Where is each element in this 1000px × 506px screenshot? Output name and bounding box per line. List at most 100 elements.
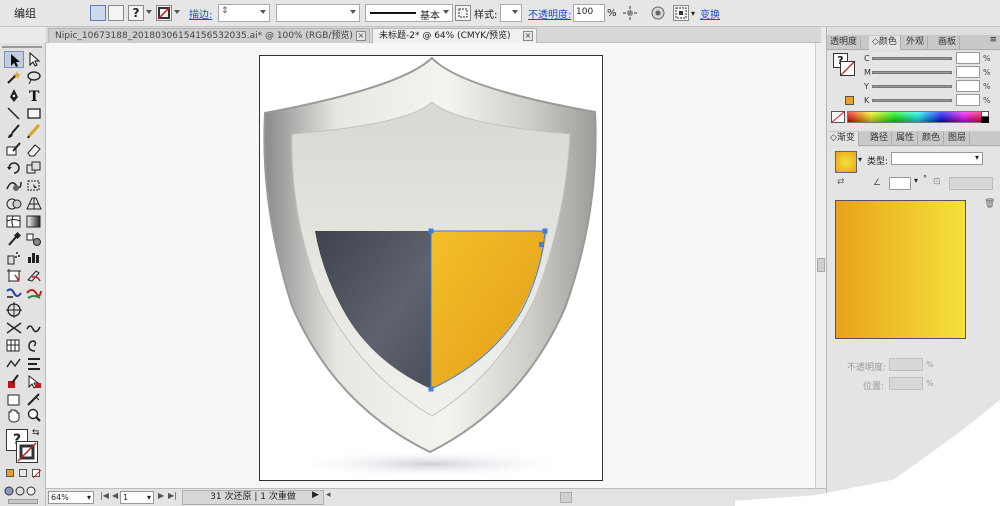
gradient-type-select[interactable]: ▾ [891, 152, 983, 165]
opacity-input[interactable]: 100 [573, 4, 605, 22]
live-paint-tool-icon[interactable] [4, 373, 24, 390]
canvas-area[interactable] [46, 43, 815, 488]
gradient-ramp-preview[interactable] [835, 200, 966, 339]
stroke-weight-field[interactable]: ⇕ [218, 4, 270, 22]
grid-tool-icon[interactable] [4, 337, 24, 354]
color-mode-icon[interactable] [6, 469, 14, 477]
tab-paths[interactable]: 路径 [867, 132, 893, 146]
eyedropper-tool-icon[interactable] [4, 231, 24, 248]
shield-artwork[interactable] [260, 56, 604, 482]
panel-menu-icon[interactable]: ≡ [989, 35, 997, 45]
black-value-field[interactable] [956, 94, 980, 106]
stroke-label-link[interactable]: 描边: [189, 4, 212, 22]
stroke-none-icon[interactable] [156, 5, 172, 21]
none-color-icon[interactable] [831, 111, 845, 123]
angle-dropdown-icon[interactable]: ▾ [914, 176, 918, 185]
blob-brush-tool-icon[interactable] [4, 141, 24, 158]
free-transform-tool-icon[interactable] [24, 177, 44, 194]
screen-mode-button[interactable] [8, 499, 38, 504]
eraser-path-tool-icon[interactable] [4, 285, 24, 302]
isolate-group-icon[interactable] [90, 5, 106, 21]
close-tab-icon[interactable]: × [523, 31, 533, 41]
magic-wand-tool-icon[interactable] [4, 69, 24, 86]
tab-attributes[interactable]: 属性 [893, 132, 919, 146]
tab-gradient[interactable]: ◇渐变 [827, 132, 859, 146]
tab-color-2[interactable]: 颜色 [919, 132, 945, 146]
tab-artboards[interactable]: 画板 [935, 36, 961, 50]
style-select[interactable] [500, 4, 522, 22]
gradient-tool-icon[interactable] [24, 213, 44, 230]
global-edit-icon[interactable] [650, 5, 666, 21]
recolor-artwork-icon[interactable] [622, 5, 638, 21]
cyan-value-field[interactable] [956, 52, 980, 64]
type-tool-icon[interactable]: T [24, 87, 44, 104]
align-to-icon[interactable] [673, 5, 689, 21]
vertical-scrollbar[interactable] [815, 43, 826, 488]
anchor-point[interactable] [542, 228, 548, 234]
color-spectrum-bar[interactable] [847, 111, 989, 123]
anchor-point[interactable] [539, 242, 544, 247]
hand-tool-icon[interactable] [4, 407, 24, 424]
variable-width-profile-select[interactable] [276, 4, 360, 22]
swap-fill-stroke-icon[interactable]: ⇆ [32, 428, 40, 438]
blend-tool-icon[interactable] [24, 231, 44, 248]
tools-grip[interactable] [2, 46, 42, 48]
gradient-mode-icon[interactable] [19, 469, 27, 477]
pen-tool-icon[interactable] [4, 87, 24, 104]
align-lines-tool-icon[interactable] [24, 355, 44, 372]
gradient-preview-swatch[interactable] [835, 151, 857, 173]
graphic-style-icon[interactable] [455, 5, 471, 21]
mesh-tool-icon[interactable] [4, 213, 24, 230]
transform-link[interactable]: 变换 [700, 4, 720, 22]
edit-clip-icon[interactable] [108, 5, 124, 21]
fill-unknown-icon[interactable]: ? [128, 5, 144, 21]
fill-dropdown-arrow-icon[interactable] [144, 5, 153, 21]
last-color-swatch-icon[interactable] [845, 96, 854, 105]
scale-tool-icon[interactable] [24, 159, 44, 176]
eraser-tool-icon[interactable] [24, 141, 44, 158]
tab-color[interactable]: ◇颜色 [869, 36, 901, 50]
stroke-dropdown-arrow-icon[interactable] [172, 5, 181, 21]
artboard[interactable] [259, 55, 603, 481]
yellow-slider[interactable] [872, 85, 952, 88]
horizontal-scroll-thumb[interactable] [560, 492, 572, 503]
tab-transparency[interactable]: 透明度 [827, 36, 862, 50]
slice-tool-icon[interactable] [24, 267, 44, 284]
last-page-icon[interactable]: ▶| [168, 491, 177, 500]
aspect-ratio-input[interactable] [949, 177, 993, 190]
stroke-swatch-icon[interactable] [16, 441, 38, 463]
vertical-scroll-thumb[interactable] [817, 258, 825, 272]
tab-appearance[interactable]: 外观 [903, 36, 929, 50]
magenta-value-field[interactable] [956, 66, 980, 78]
brush-definition-select[interactable]: 基本 [365, 4, 453, 22]
delete-stop-icon[interactable]: 🗑 [984, 199, 995, 209]
tab-untitled-2[interactable]: 未标题-2* @ 64% (CMYK/预览) × [372, 28, 537, 43]
selection-tool-icon[interactable] [4, 51, 24, 68]
status-menu-arrow-icon[interactable]: ▶ [312, 490, 319, 500]
opacity-label-link[interactable]: 不透明度: [528, 4, 571, 22]
knife-tool-icon[interactable] [24, 285, 44, 302]
artboard-selection-tool-icon[interactable] [4, 391, 24, 408]
artboard-tool-icon[interactable] [4, 267, 24, 284]
zoom-select[interactable]: 64% ▾ [48, 491, 94, 504]
prev-page-icon[interactable]: ◀ [112, 491, 118, 500]
wave-tool-icon[interactable] [24, 319, 44, 336]
stop-opacity-input[interactable] [889, 358, 923, 371]
anchor-point[interactable] [428, 228, 434, 234]
live-paint-selection-tool-icon[interactable] [24, 373, 44, 390]
rectangle-tool-icon[interactable] [24, 105, 44, 122]
color-stroke-swatch-icon[interactable] [840, 61, 855, 76]
magenta-slider[interactable] [872, 71, 952, 74]
paintbrush-tool-icon[interactable] [4, 123, 24, 140]
page-select[interactable]: 1 ▾ [120, 491, 154, 504]
lasso-tool-icon[interactable] [24, 69, 44, 86]
symbol-sprayer-tool-icon[interactable] [4, 249, 24, 266]
close-tab-icon[interactable]: × [356, 31, 366, 41]
zoom-tool-icon[interactable] [24, 407, 44, 424]
bend-tool-icon[interactable] [4, 319, 24, 336]
direct-selection-tool-icon[interactable] [24, 51, 44, 68]
width-tool-icon[interactable] [4, 355, 24, 372]
gradient-preview-dropdown-icon[interactable]: ▾ [858, 155, 862, 164]
align-dropdown-arrow-icon[interactable]: ▾ [691, 4, 695, 22]
drawing-mode-icons[interactable] [4, 485, 42, 497]
